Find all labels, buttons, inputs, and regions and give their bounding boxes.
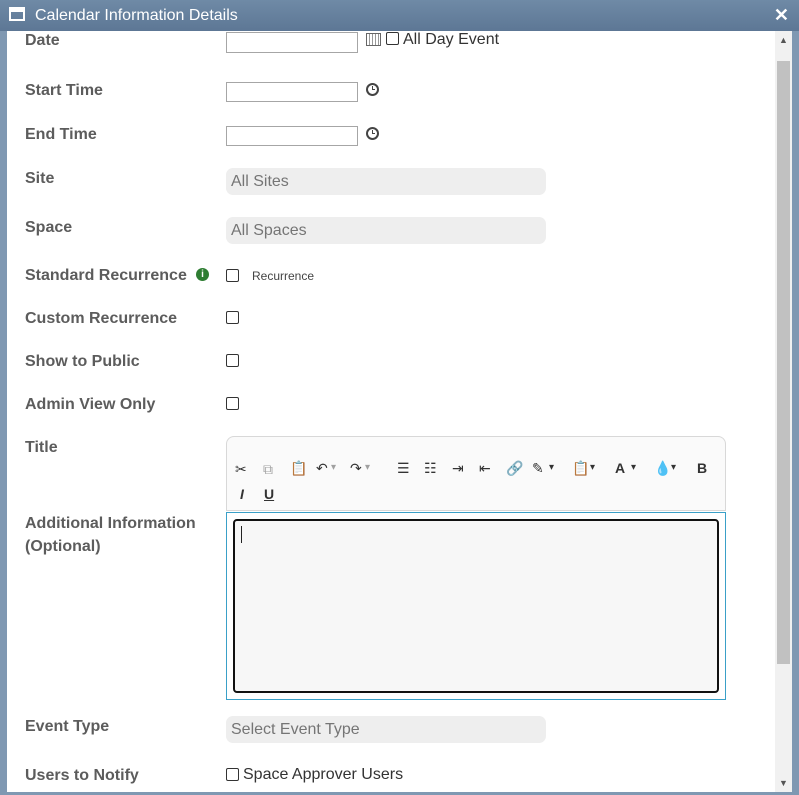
event-type-label: Event Type [25, 718, 110, 735]
space-label: Space [25, 219, 73, 236]
title-label: Title [25, 439, 58, 456]
start-time-label: Start Time [25, 82, 103, 99]
background-color-icon[interactable]: 💧 [654, 460, 671, 476]
bullet-list-icon[interactable]: ☰ [397, 460, 410, 476]
date-input[interactable] [226, 32, 358, 53]
redo-dropdown-icon[interactable]: ▾ [365, 460, 370, 476]
font-color-dropdown-icon[interactable]: ▾ [631, 460, 636, 476]
numbered-list-icon[interactable]: ☷ [424, 460, 437, 476]
additional-info-editor[interactable] [226, 512, 726, 700]
format-brush-icon[interactable]: ✎ [532, 460, 544, 476]
font-color-icon[interactable]: A [615, 460, 625, 476]
undo-icon[interactable]: ↶ [316, 460, 328, 476]
date-label: Date [25, 32, 60, 49]
scroll-down-icon[interactable]: ▼ [775, 776, 792, 790]
optional-label: (Optional) [25, 538, 101, 555]
custom-recurrence-label: Custom Recurrence [25, 310, 178, 327]
dialog-title: Calendar Information Details [35, 7, 238, 24]
undo-dropdown-icon[interactable]: ▾ [331, 460, 336, 476]
copy-icon[interactable]: ⧉ [263, 461, 273, 477]
end-time-input[interactable] [226, 126, 358, 146]
indent-icon[interactable]: ⇥ [452, 460, 464, 476]
dialog-titlebar: Calendar Information Details ✕ [0, 0, 799, 31]
alarm-clock-icon[interactable] [366, 127, 379, 140]
italic-button[interactable]: I [240, 486, 244, 502]
recurrence-label: Recurrence [252, 269, 315, 283]
info-icon[interactable]: i [196, 268, 209, 281]
format-dropdown-icon[interactable]: ▾ [549, 460, 554, 476]
event-type-select[interactable]: Select Event Type [226, 716, 546, 743]
standard-recurrence-checkbox[interactable] [226, 269, 239, 282]
start-time-input[interactable] [226, 82, 358, 102]
title-input[interactable] [226, 436, 726, 454]
window-icon [9, 7, 25, 21]
show-public-label: Show to Public [25, 353, 140, 370]
site-select[interactable]: All Sites [226, 168, 546, 195]
editor-toolbar: ✂ ⧉ 📋 ↶ ▾ ↷ ▾ ☰ ☷ ⇥ ⇤ 🔗 ✎ ▾ 📋 ▾ A ▾ 💧 ▾ … [226, 454, 726, 511]
users-notify-label: Users to Notify [25, 767, 139, 784]
additional-info-label: Additional Information [25, 515, 196, 532]
redo-icon[interactable]: ↷ [350, 460, 362, 476]
scroll-thumb[interactable] [777, 61, 790, 664]
cut-icon[interactable]: ✂ [235, 461, 247, 477]
space-approver-checkbox[interactable] [226, 768, 239, 781]
dialog-content: Date All Day Event Start Time End Time S… [7, 31, 792, 792]
space-select[interactable]: All Spaces [226, 217, 546, 244]
show-public-checkbox[interactable] [226, 354, 239, 367]
all-day-label: All Day Event [403, 31, 500, 48]
admin-view-label: Admin View Only [25, 396, 156, 413]
link-icon[interactable]: 🔗 [506, 460, 523, 476]
background-dropdown-icon[interactable]: ▾ [671, 460, 676, 476]
bold-button[interactable]: B [697, 460, 707, 476]
scroll-up-icon[interactable]: ▲ [775, 33, 792, 47]
admin-view-checkbox[interactable] [226, 397, 239, 410]
calendar-dialog: Calendar Information Details ✕ Date All … [0, 0, 799, 795]
all-day-checkbox[interactable] [386, 32, 399, 45]
paste-dropdown-icon[interactable]: ▾ [590, 460, 595, 476]
calendar-icon[interactable] [366, 33, 381, 46]
alarm-clock-icon[interactable] [366, 83, 379, 96]
standard-recurrence-label: Standard Recurrence [25, 267, 187, 284]
end-time-label: End Time [25, 126, 97, 143]
vertical-scrollbar[interactable]: ▲ ▼ [775, 31, 792, 792]
editor-area[interactable] [233, 519, 719, 693]
paste-icon[interactable]: 📋 [290, 460, 307, 476]
outdent-icon[interactable]: ⇤ [479, 460, 491, 476]
underline-button[interactable]: U [264, 486, 274, 502]
site-label: Site [25, 170, 55, 187]
close-icon[interactable]: ✕ [774, 5, 789, 25]
paste-options-icon[interactable]: 📋 [572, 460, 589, 476]
space-approver-label: Space Approver Users [243, 766, 404, 783]
text-caret [241, 526, 242, 543]
custom-recurrence-checkbox[interactable] [226, 311, 239, 324]
